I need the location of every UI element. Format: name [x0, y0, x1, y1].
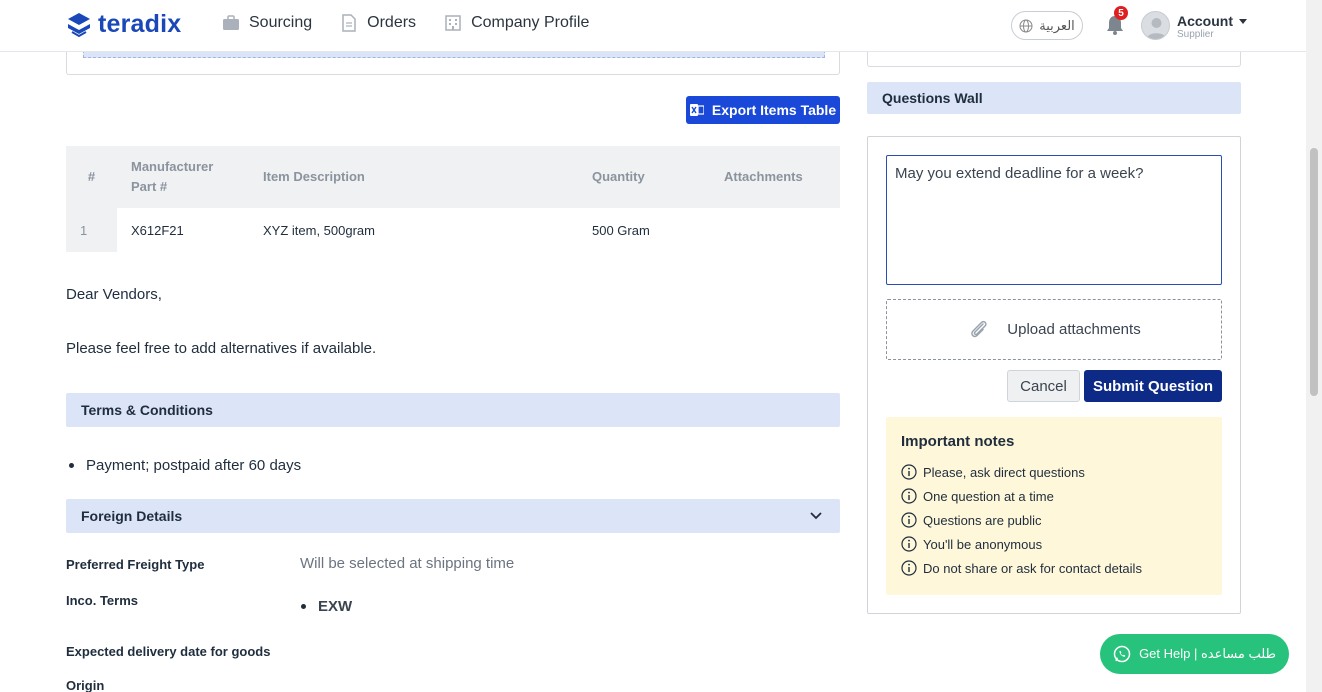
teradix-logo[interactable]: teradix	[66, 10, 181, 39]
account-role: Supplier	[1177, 29, 1214, 40]
inco-terms-value: EXW	[318, 598, 353, 615]
get-help-button[interactable]: Get Help | طلب مساعده	[1100, 634, 1289, 674]
bullet-dot	[301, 604, 306, 609]
questions-wall-header: Questions Wall	[867, 82, 1241, 114]
upload-attachments-dropzone[interactable]: Upload attachments	[886, 299, 1222, 360]
chevron-down-icon[interactable]	[810, 512, 822, 520]
globe-icon	[1019, 19, 1033, 32]
note-text: Please, ask direct questions	[923, 464, 1085, 480]
notification-count-badge: 5	[1114, 6, 1128, 20]
question-input[interactable]: May you extend deadline for a week?	[886, 155, 1222, 285]
nav-item-sourcing[interactable]: Sourcing	[222, 14, 312, 32]
section-title: Questions Wall	[882, 90, 983, 106]
freight-type-label: Preferred Freight Type	[66, 557, 205, 572]
language-label: العربية	[1039, 17, 1075, 33]
inco-terms-label: Inco. Terms	[66, 593, 139, 608]
info-icon	[901, 464, 917, 480]
list-item: Do not share or ask for contact details	[901, 556, 1207, 580]
top-navbar: teradix Sourcing Orders Company Profile …	[0, 0, 1306, 52]
column-header[interactable]: #	[66, 146, 117, 208]
paperclip-icon	[971, 320, 987, 337]
brand-name: teradix	[98, 10, 182, 38]
account-name-row: Account	[1177, 13, 1247, 29]
table-row: 1 X612F21 XYZ item, 500gram 500 Gram	[66, 208, 840, 252]
note-text: Questions are public	[923, 512, 1042, 528]
bullet-dot	[69, 463, 74, 468]
info-icon	[901, 560, 917, 576]
column-header[interactable]: Quantity	[578, 146, 710, 208]
terms-section-header: Terms & Conditions	[66, 393, 840, 427]
upload-label: Upload attachments	[1007, 321, 1141, 338]
list-item: Please, ask direct questions	[901, 460, 1207, 484]
avatar[interactable]	[1141, 11, 1170, 40]
info-icon	[901, 488, 917, 504]
table-header-row: # Manufacturer Part # Item Description Q…	[66, 146, 840, 208]
caret-down-icon	[1239, 18, 1247, 24]
nav-item-label: Company Profile	[471, 14, 590, 31]
column-header[interactable]: Attachments	[710, 146, 840, 208]
list-item: Payment; postpaid after 60 days	[69, 457, 301, 474]
important-notes-box: Important notes Please, ask direct quest…	[886, 417, 1222, 595]
list-item: You'll be anonymous	[901, 532, 1207, 556]
section-title: Foreign Details	[81, 508, 183, 524]
row-number: 1	[66, 208, 117, 252]
note-text: You'll be anonymous	[923, 536, 1043, 552]
user-icon	[1146, 18, 1167, 39]
section-title: Terms & Conditions	[81, 402, 213, 418]
column-header[interactable]: Item Description	[249, 146, 578, 208]
account-menu[interactable]: Account Supplier	[1177, 13, 1247, 40]
part-number: X612F21	[131, 222, 184, 238]
page-scrollbar[interactable]	[1306, 0, 1322, 692]
message-greeting: Dear Vendors,	[66, 286, 162, 303]
info-icon	[901, 512, 917, 528]
whatsapp-icon	[1113, 645, 1131, 663]
briefcase-icon	[223, 15, 239, 30]
nav-item-orders[interactable]: Orders	[340, 14, 416, 32]
list-item: EXW	[301, 598, 352, 615]
export-items-table-button[interactable]: Export Items Table	[686, 96, 840, 124]
export-label: Export Items Table	[711, 102, 837, 118]
info-icon	[901, 536, 917, 552]
term-text: Payment; postpaid after 60 days	[86, 457, 302, 474]
excel-icon	[689, 104, 704, 116]
list-item: Questions are public	[901, 508, 1207, 532]
items-table: # Manufacturer Part # Item Description Q…	[66, 146, 840, 252]
delivery-date-label: Expected delivery date for goods	[66, 644, 271, 659]
nav-item-label: Sourcing	[249, 14, 313, 31]
item-quantity: 500 Gram	[592, 222, 650, 238]
questions-wall-panel: May you extend deadline for a week? Uplo…	[867, 136, 1241, 614]
list-item: One question at a time	[901, 484, 1207, 508]
language-switch-button[interactable]: العربية	[1011, 11, 1083, 40]
building-icon	[445, 15, 461, 31]
notes-title: Important notes	[901, 433, 1015, 450]
message-body: Please feel free to add alternatives if …	[66, 340, 377, 357]
origin-label: Origin	[66, 678, 105, 692]
column-header[interactable]: Manufacturer Part #	[117, 146, 249, 208]
scrollbar-thumb[interactable]	[1310, 148, 1318, 396]
item-attachments	[710, 208, 840, 252]
nav-item-company-profile[interactable]: Company Profile	[444, 14, 589, 32]
note-text: Do not share or ask for contact details	[923, 560, 1142, 576]
foreign-details-header[interactable]: Foreign Details	[66, 499, 840, 533]
teradix-logo-icon	[68, 12, 90, 37]
document-icon	[342, 14, 356, 32]
note-text: One question at a time	[923, 488, 1054, 504]
submit-question-button[interactable]: Submit Question	[1084, 370, 1222, 402]
account-name: Account	[1177, 13, 1233, 29]
freight-type-value: Will be selected at shipping time	[300, 555, 515, 572]
nav-item-label: Orders	[367, 14, 417, 31]
item-description: XYZ item, 500gram	[263, 222, 375, 238]
main-nav: Sourcing Orders Company Profile	[222, 14, 589, 32]
cancel-button[interactable]: Cancel	[1007, 370, 1080, 402]
help-label: Get Help | طلب مساعده	[1139, 646, 1276, 661]
